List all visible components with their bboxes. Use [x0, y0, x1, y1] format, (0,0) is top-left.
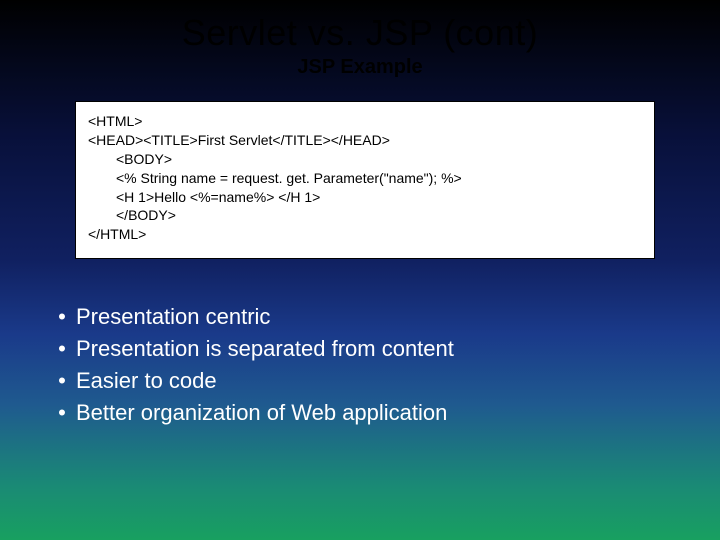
list-item: • Presentation is separated from content [48, 333, 720, 365]
code-line: <HEAD><TITLE>First Servlet</TITLE></HEAD… [88, 131, 642, 150]
code-example-box: <HTML> <HEAD><TITLE>First Servlet</TITLE… [75, 101, 655, 259]
code-line: <HTML> [88, 112, 642, 131]
bullet-list: • Presentation centric • Presentation is… [48, 301, 720, 429]
bullet-text: Presentation centric [76, 301, 720, 333]
bullet-dot-icon: • [48, 333, 76, 365]
slide-title: Servlet vs. JSP (cont) [0, 0, 720, 54]
bullet-text: Easier to code [76, 365, 720, 397]
bullet-text: Better organization of Web application [76, 397, 720, 429]
code-line: </BODY> [88, 206, 642, 225]
bullet-text: Presentation is separated from content [76, 333, 720, 365]
list-item: • Presentation centric [48, 301, 720, 333]
list-item: • Better organization of Web application [48, 397, 720, 429]
code-line: </HTML> [88, 225, 642, 244]
list-item: • Easier to code [48, 365, 720, 397]
code-line: <BODY> [88, 150, 642, 169]
code-line: <H 1>Hello <%=name%> </H 1> [88, 188, 642, 207]
code-line: <% String name = request. get. Parameter… [88, 169, 642, 188]
bullet-dot-icon: • [48, 397, 76, 429]
bullet-dot-icon: • [48, 301, 76, 333]
slide-subtitle: JSP Example [0, 56, 720, 79]
bullet-dot-icon: • [48, 365, 76, 397]
